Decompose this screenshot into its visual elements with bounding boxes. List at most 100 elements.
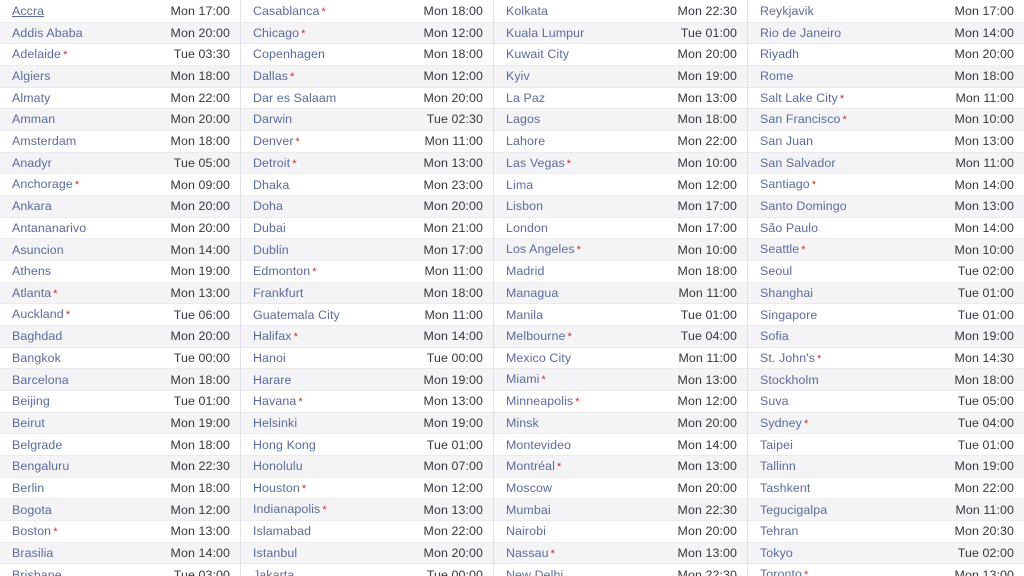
city-link[interactable]: Doha: [253, 199, 283, 213]
city-link[interactable]: Los Angeles: [506, 242, 575, 256]
city-link[interactable]: Casablanca: [253, 4, 319, 18]
city-link[interactable]: Kuwait City: [506, 47, 569, 61]
city-link[interactable]: Montréal: [506, 459, 555, 473]
city-link[interactable]: Riyadh: [760, 47, 799, 61]
city-link[interactable]: San Juan: [760, 134, 813, 148]
city-link[interactable]: Bogota: [12, 503, 52, 517]
city-link[interactable]: Amman: [12, 112, 55, 126]
city-link[interactable]: New Delhi: [506, 568, 563, 576]
city-link[interactable]: Dar es Salaam: [253, 91, 336, 105]
city-link[interactable]: Toronto: [760, 567, 802, 576]
city-link[interactable]: Adelaide: [12, 47, 61, 61]
city-link[interactable]: Managua: [506, 286, 558, 300]
city-link[interactable]: Sofia: [760, 329, 789, 343]
city-link[interactable]: Singapore: [760, 308, 817, 322]
city-link[interactable]: Chicago: [253, 26, 299, 40]
city-link[interactable]: Beirut: [12, 416, 45, 430]
city-link[interactable]: Reykjavik: [760, 4, 814, 18]
city-link[interactable]: Melbourne: [506, 329, 565, 343]
city-link[interactable]: Denver: [253, 134, 294, 148]
city-link[interactable]: Bangkok: [12, 351, 61, 365]
city-link[interactable]: Honolulu: [253, 459, 303, 473]
city-link[interactable]: Mexico City: [506, 351, 571, 365]
city-link[interactable]: Tokyo: [760, 546, 793, 560]
city-link[interactable]: Houston: [253, 481, 300, 495]
city-link[interactable]: Santiago: [760, 177, 810, 191]
city-link[interactable]: Lagos: [506, 112, 540, 126]
city-link[interactable]: Minsk: [506, 416, 539, 430]
city-link[interactable]: Addis Ababa: [12, 26, 83, 40]
city-link[interactable]: Ankara: [12, 199, 52, 213]
city-link[interactable]: Beijing: [12, 394, 50, 408]
city-link[interactable]: Islamabad: [253, 524, 311, 538]
city-link[interactable]: Atlanta: [12, 286, 51, 300]
city-link[interactable]: Helsinki: [253, 416, 297, 430]
city-link[interactable]: Amsterdam: [12, 134, 76, 148]
city-link[interactable]: San Francisco: [760, 112, 841, 126]
city-link[interactable]: Seoul: [760, 264, 792, 278]
city-link[interactable]: Bengaluru: [12, 459, 69, 473]
city-link[interactable]: Montevideo: [506, 438, 571, 452]
city-link[interactable]: Nairobi: [506, 524, 546, 538]
city-link[interactable]: Santo Domingo: [760, 199, 847, 213]
city-link[interactable]: Nassau: [506, 546, 549, 560]
city-link[interactable]: Berlin: [12, 481, 44, 495]
city-link[interactable]: Seattle: [760, 242, 799, 256]
city-link[interactable]: Edmonton: [253, 264, 310, 278]
city-link[interactable]: Minneapolis: [506, 394, 573, 408]
city-link[interactable]: Stockholm: [760, 373, 819, 387]
city-link[interactable]: Accra: [12, 4, 44, 18]
city-link[interactable]: Tegucigalpa: [760, 503, 827, 517]
city-link[interactable]: São Paulo: [760, 221, 818, 235]
city-link[interactable]: Istanbul: [253, 546, 297, 560]
city-link[interactable]: Frankfurt: [253, 286, 303, 300]
city-link[interactable]: Harare: [253, 373, 291, 387]
city-link[interactable]: San Salvador: [760, 156, 836, 170]
city-link[interactable]: Lahore: [506, 134, 545, 148]
city-link[interactable]: Copenhagen: [253, 47, 325, 61]
city-link[interactable]: Hanoi: [253, 351, 286, 365]
city-link[interactable]: Guatemala City: [253, 308, 340, 322]
city-link[interactable]: La Paz: [506, 91, 545, 105]
city-link[interactable]: Anadyr: [12, 156, 52, 170]
city-link[interactable]: Detroit: [253, 156, 290, 170]
city-link[interactable]: Asuncion: [12, 243, 64, 257]
city-link[interactable]: Rio de Janeiro: [760, 26, 841, 40]
city-link[interactable]: Dallas: [253, 69, 288, 83]
city-link[interactable]: Brisbane: [12, 568, 62, 576]
city-link[interactable]: Tallinn: [760, 459, 796, 473]
city-link[interactable]: Algiers: [12, 69, 51, 83]
city-link[interactable]: Belgrade: [12, 438, 62, 452]
city-link[interactable]: Tehran: [760, 524, 799, 538]
city-link[interactable]: London: [506, 221, 548, 235]
city-link[interactable]: Indianapolis: [253, 502, 320, 516]
city-link[interactable]: Hong Kong: [253, 438, 316, 452]
city-link[interactable]: Havana: [253, 394, 296, 408]
city-link[interactable]: Auckland: [12, 307, 64, 321]
city-link[interactable]: Almaty: [12, 91, 50, 105]
city-link[interactable]: Mumbai: [506, 503, 551, 517]
city-link[interactable]: Miami: [506, 372, 540, 386]
city-link[interactable]: Rome: [760, 69, 793, 83]
city-link[interactable]: Tashkent: [760, 481, 810, 495]
city-link[interactable]: Suva: [760, 394, 789, 408]
city-link[interactable]: Anchorage: [12, 177, 73, 191]
city-link[interactable]: Taipei: [760, 438, 793, 452]
city-link[interactable]: Madrid: [506, 264, 544, 278]
city-link[interactable]: Lisbon: [506, 199, 543, 213]
city-link[interactable]: Boston: [12, 524, 51, 538]
city-link[interactable]: Baghdad: [12, 329, 62, 343]
city-link[interactable]: Brasilia: [12, 546, 53, 560]
city-link[interactable]: Barcelona: [12, 373, 69, 387]
city-link[interactable]: Darwin: [253, 112, 292, 126]
city-link[interactable]: Halifax: [253, 329, 292, 343]
city-link[interactable]: Kyiv: [506, 69, 530, 83]
city-link[interactable]: St. John's: [760, 351, 815, 365]
city-link[interactable]: Shanghai: [760, 286, 813, 300]
city-link[interactable]: Dubai: [253, 221, 286, 235]
city-link[interactable]: Jakarta: [253, 568, 294, 576]
city-link[interactable]: Sydney: [760, 416, 802, 430]
city-link[interactable]: Manila: [506, 308, 543, 322]
city-link[interactable]: Dublin: [253, 243, 289, 257]
city-link[interactable]: Athens: [12, 264, 51, 278]
